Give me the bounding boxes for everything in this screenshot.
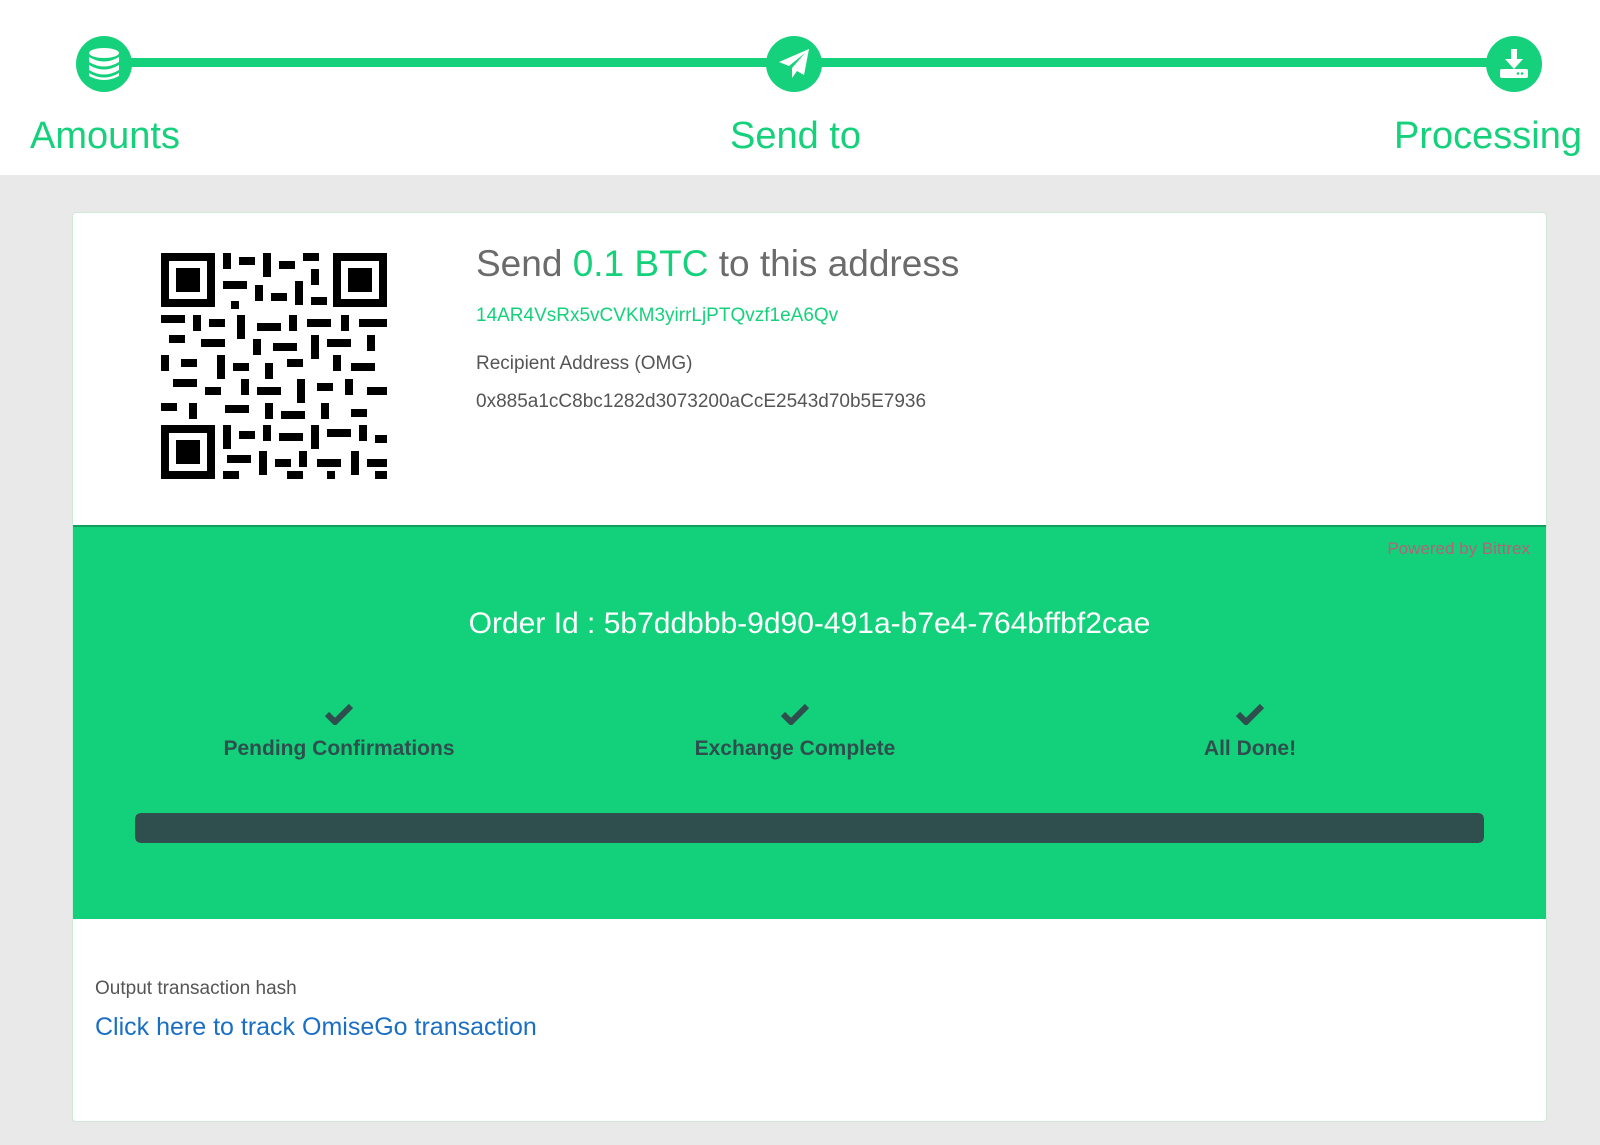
stage-label: All Done! — [1203, 737, 1297, 760]
qr-code — [161, 253, 387, 479]
progress-steps-header: Amounts Send to Processing — [0, 0, 1600, 175]
btc-deposit-address[interactable]: 14AR4VsRx5vCVKM3yirrLjPTQvzf1eA6Qv — [476, 305, 838, 327]
step-send-to-circle[interactable] — [766, 36, 822, 92]
powered-by-bittrex: Powered by Bittrex — [1387, 539, 1530, 558]
step-amounts-circle[interactable] — [76, 36, 132, 92]
stage-all-done: All Done! — [1070, 703, 1430, 761]
stage-label: Exchange Complete — [694, 737, 896, 760]
recipient-address-label: Recipient Address (OMG) — [476, 353, 693, 374]
check-icon — [781, 703, 809, 725]
send-suffix: to this address — [708, 243, 960, 284]
order-status-panel: Powered by Bittrex Order Id : 5b7ddbbb-9… — [73, 525, 1546, 919]
progress-bar-fill — [135, 813, 1484, 843]
output-hash-label: Output transaction hash — [95, 978, 297, 999]
order-id: Order Id : 5b7ddbbb-9d90-491a-b7e4-764bf… — [468, 607, 1151, 640]
send-prefix: Send — [476, 243, 573, 284]
download-drive-icon — [1500, 49, 1528, 78]
stage-pending-confirmations: Pending Confirmations — [159, 703, 519, 761]
stage-exchange-complete: Exchange Complete — [615, 703, 975, 761]
step-label-processing[interactable]: Processing — [1394, 112, 1582, 160]
track-transaction-link[interactable]: Click here to track OmiseGo transaction — [95, 1013, 537, 1042]
paper-plane-icon — [779, 49, 809, 78]
send-title: Send 0.1 BTC to this address — [476, 239, 959, 289]
stage-label: Pending Confirmations — [223, 737, 455, 760]
step-label-amounts[interactable]: Amounts — [30, 112, 180, 160]
progress-bar — [135, 813, 1484, 843]
check-icon — [325, 703, 353, 725]
database-icon — [89, 48, 119, 80]
recipient-address-value[interactable]: 0x885a1cC8bc1282d3073200aCcE2543d70b5E79… — [476, 391, 926, 413]
step-processing-circle[interactable] — [1486, 36, 1542, 92]
step-label-send-to[interactable]: Send to — [730, 112, 861, 160]
check-icon — [1236, 703, 1264, 725]
transaction-card: Send 0.1 BTC to this address 14AR4VsRx5v… — [72, 212, 1547, 1122]
send-amount: 0.1 BTC — [572, 243, 709, 284]
